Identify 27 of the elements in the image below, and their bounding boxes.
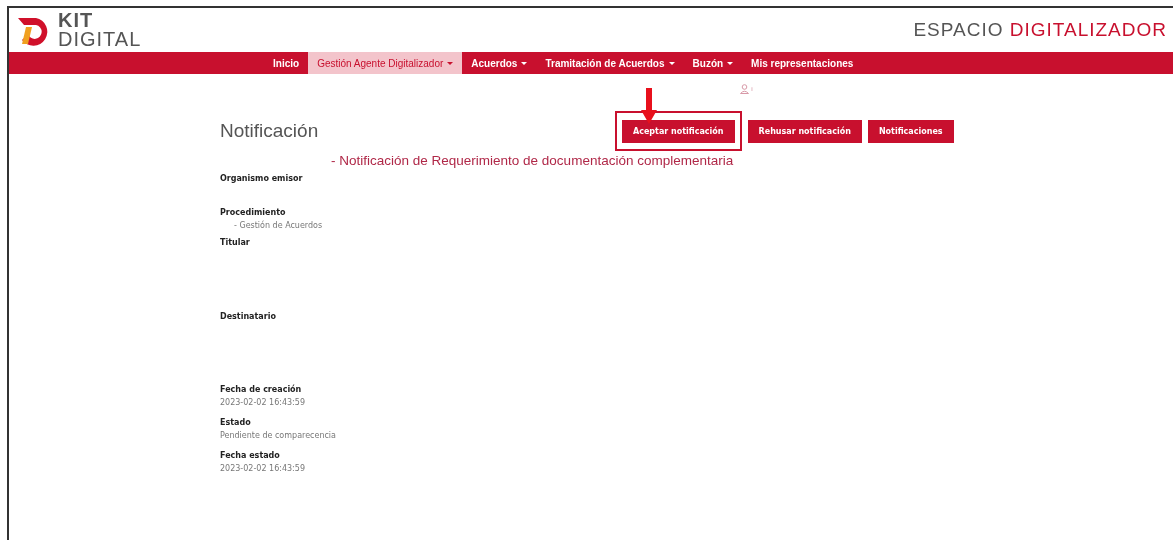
site-title: ESPACIO DIGITALIZADOR — [913, 19, 1167, 41]
nav-item[interactable]: Mis representaciones — [742, 52, 863, 74]
notification-subject: - Notificación de Requerimiento de documentación complementaria — [331, 153, 735, 168]
field-value: 2023-02-02 16:43:59 — [220, 463, 306, 475]
field-value: 2023-02-02 16:43:59 — [220, 397, 306, 409]
nav-item[interactable]: Tramitación de Acuerdos — [536, 52, 684, 74]
field-value: Pendiente de comparecencia — [220, 430, 337, 442]
logo-text: KIT — [58, 11, 95, 30]
action-button[interactable]: Notificaciones — [867, 120, 954, 143]
logo-text: DIGITAL — [58, 30, 142, 49]
field-label: Titular — [220, 237, 251, 249]
page-title: Notificación — [220, 120, 320, 142]
nav-item[interactable]: Buzón — [683, 52, 743, 74]
field-label: Fecha de creación — [220, 383, 303, 396]
user-icon[interactable] — [740, 84, 749, 94]
field-label: Destinatario — [220, 311, 277, 323]
field-label: Procedimiento — [220, 207, 287, 219]
arrow-icon — [641, 88, 657, 124]
nav-item[interactable]: Acuerdos — [462, 52, 537, 74]
action-button[interactable]: Rehusar notificación — [747, 120, 862, 143]
nav-item[interactable]: Inicio — [264, 52, 309, 74]
action-button[interactable]: Aceptar notificación — [622, 120, 735, 143]
field-label: Estado — [220, 417, 252, 429]
field-label: Fecha estado — [220, 450, 281, 462]
field-label: Organismo emisor — [220, 173, 304, 185]
field-value: - Gestión de Acuerdos — [233, 219, 324, 232]
nav-item[interactable]: Gestión Agente Digitalizador — [308, 52, 463, 74]
